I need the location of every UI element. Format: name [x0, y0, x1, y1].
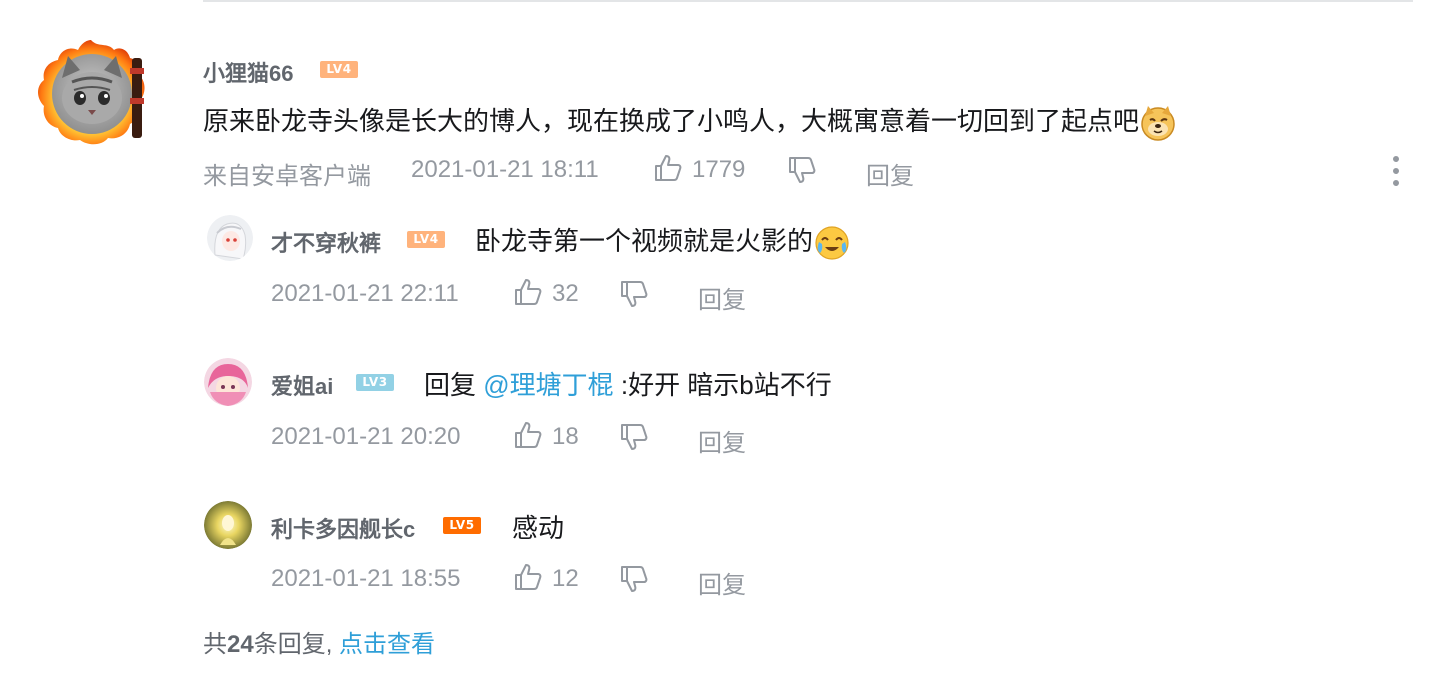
comment-username[interactable]: 小狸猫66 — [203, 56, 293, 88]
reply-text: 回复 @理塘丁棍 :好开 暗示b站不行 — [424, 365, 832, 402]
reply-username[interactable]: 才不穿秋裤 — [271, 226, 381, 258]
reply-avatar[interactable] — [207, 215, 253, 261]
like-icon[interactable] — [513, 420, 543, 450]
reply-count: 24 — [227, 631, 254, 658]
reply-button[interactable]: 回复 — [698, 565, 746, 600]
reply-button[interactable]: 回复 — [698, 423, 746, 458]
comment-source: 来自安卓客户端 — [203, 163, 371, 190]
level-badge: LV5 — [443, 517, 481, 534]
reply-text: 感动 — [512, 513, 565, 543]
like-count: 32 — [552, 280, 579, 307]
reply-prefix: 回复 — [424, 370, 484, 400]
dislike-icon[interactable] — [619, 279, 649, 309]
view-more-replies: 共24条回复, 点击查看 — [203, 624, 435, 659]
reply-avatar[interactable] — [204, 501, 252, 549]
level-badge: LV3 — [356, 374, 394, 391]
reply-text: 卧龙寺第一个视频就是火影的 — [475, 221, 851, 262]
comment-text: 原来卧龙寺头像是长大的博人，现在换成了小鸣人，大概寓意着一切回到了起点吧 — [203, 101, 1177, 142]
comment-text-body: 原来卧龙寺头像是长大的博人，现在换成了小鸣人，大概寓意着一切回到了起点吧 — [203, 106, 1140, 136]
reply-avatar[interactable] — [204, 358, 252, 406]
reply-button[interactable]: 回复 — [866, 156, 914, 191]
view-all-replies-link[interactable]: 点击查看 — [339, 631, 435, 658]
reply-username[interactable]: 爱姐ai — [271, 369, 333, 401]
top-divider — [203, 0, 1413, 2]
like-count: 18 — [552, 423, 579, 450]
reply-time: 2021-01-21 20:20 — [271, 423, 461, 450]
dislike-icon[interactable] — [787, 155, 817, 185]
reply-count-suffix: 条回复, — [253, 631, 333, 658]
dislike-icon[interactable] — [619, 422, 649, 452]
more-options-icon[interactable] — [1385, 154, 1407, 188]
reply-text-body: 卧龙寺第一个视频就是火影的 — [475, 226, 814, 256]
crying-laugh-emoji-icon — [815, 226, 849, 260]
like-icon[interactable] — [513, 277, 543, 307]
doge-emoji-icon — [1141, 106, 1175, 141]
comment-time: 2021-01-21 18:11 — [411, 156, 599, 183]
like-icon[interactable] — [513, 562, 543, 592]
reply-username[interactable]: 利卡多因舰长c — [271, 512, 415, 544]
level-badge: LV4 — [320, 61, 358, 78]
dislike-icon[interactable] — [619, 564, 649, 594]
user-avatar[interactable] — [28, 38, 154, 146]
flame-frame-avatar-icon — [38, 40, 145, 145]
level-badge: LV4 — [407, 231, 445, 248]
reply-time: 2021-01-21 18:55 — [271, 565, 461, 592]
mention-link[interactable]: @理塘丁棍 — [483, 370, 613, 400]
like-count: 1779 — [692, 156, 746, 183]
like-count: 12 — [552, 565, 579, 592]
reply-button[interactable]: 回复 — [698, 280, 746, 315]
reply-time: 2021-01-21 22:11 — [271, 280, 459, 307]
reply-count-prefix: 共 — [203, 631, 227, 658]
reply-text-body: :好开 暗示b站不行 — [613, 370, 832, 400]
like-icon[interactable] — [653, 153, 683, 183]
